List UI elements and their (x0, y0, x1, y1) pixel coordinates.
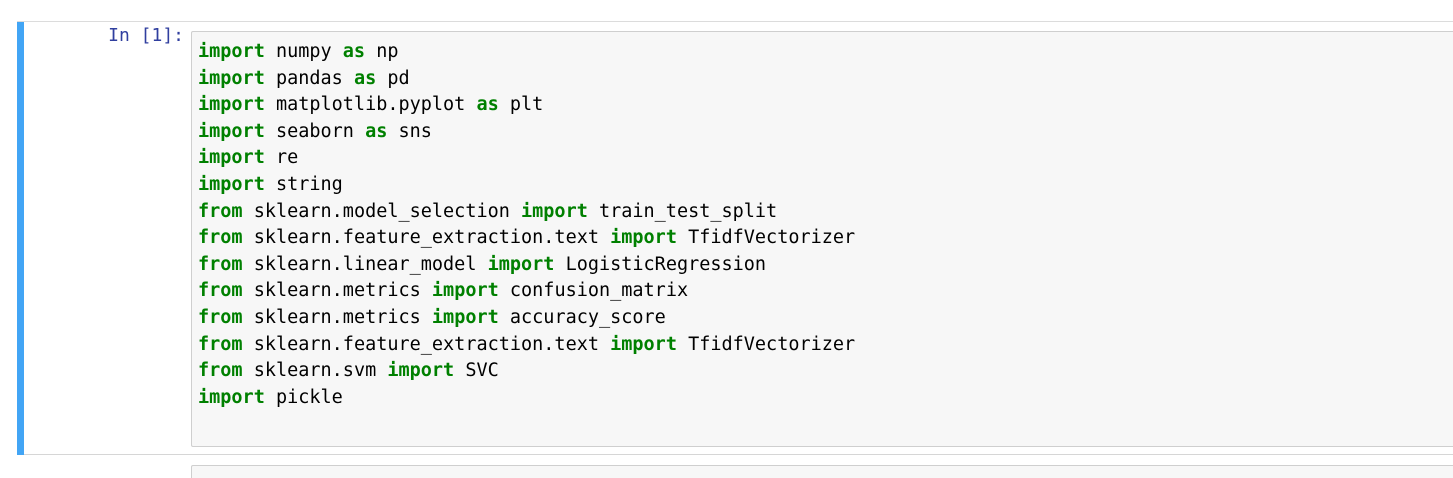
code-line: from sklearn.metrics import confusion_ma… (198, 278, 855, 305)
code-token: sklearn.feature_extraction.text (242, 227, 611, 249)
code-line: import pickle (198, 385, 855, 412)
code-keyword: import (610, 333, 677, 355)
code-line: from sklearn.linear_model import Logisti… (198, 252, 855, 279)
code-line: from sklearn.feature_extraction.text imp… (198, 225, 855, 252)
code-text[interactable]: import numpy as np import pandas as pd imp… (198, 39, 855, 411)
code-line: import pandas as pd (198, 66, 855, 93)
code-keyword: import (198, 173, 265, 195)
code-token: pandas (264, 67, 354, 89)
code-keyword: from (198, 200, 243, 222)
code-token: sklearn.feature_extraction.text (242, 333, 611, 355)
code-line: import string (198, 172, 855, 199)
code-token: LogisticRegression (554, 253, 767, 275)
code-line: from sklearn.feature_extraction.text imp… (198, 332, 855, 359)
code-line: from sklearn.metrics import accuracy_sco… (198, 305, 855, 332)
code-token: string (264, 173, 343, 195)
code-keyword: as (342, 41, 366, 62)
code-keyword: from (198, 333, 243, 355)
code-line: import matplotlib.pyplot as plt (198, 92, 855, 119)
cell-selection-bar (17, 22, 24, 455)
code-token: sklearn.model_selection (242, 200, 522, 222)
code-keyword: import (198, 386, 265, 408)
code-token: TfidfVectorizer (676, 333, 856, 355)
code-keyword: import (431, 280, 499, 302)
next-code-editor[interactable] (191, 465, 1453, 478)
code-keyword: as (365, 120, 388, 142)
code-token: numpy (264, 41, 343, 62)
code-token: pd (376, 67, 410, 89)
code-keyword: import (198, 41, 265, 62)
code-token: SVC (454, 360, 499, 382)
code-keyword: import (487, 253, 555, 275)
code-keyword: import (610, 227, 677, 249)
code-token: sklearn.linear_model (242, 253, 488, 275)
code-token: sklearn.svm (242, 360, 388, 382)
code-token: sklearn.metrics (242, 280, 432, 302)
code-keyword: from (198, 306, 243, 328)
code-token: confusion_matrix (498, 280, 689, 302)
code-line: import re (198, 145, 855, 172)
code-keyword: import (431, 306, 499, 328)
code-keyword: import (198, 120, 265, 142)
code-token: np (365, 41, 399, 62)
code-keyword: from (198, 360, 243, 382)
code-keyword: import (198, 147, 265, 169)
code-token: sklearn.metrics (242, 306, 432, 328)
code-line: from sklearn.model_selection import trai… (198, 199, 855, 226)
code-token: matplotlib.pyplot (264, 94, 477, 116)
code-keyword: from (198, 227, 243, 249)
code-token: accuracy_score (498, 306, 666, 328)
code-keyword: import (521, 200, 588, 222)
code-keyword: from (198, 253, 243, 275)
code-token: train_test_split (587, 200, 778, 222)
code-keyword: as (476, 94, 499, 116)
code-keyword: import (198, 94, 265, 116)
code-keyword: from (198, 280, 243, 302)
code-token: re (264, 147, 299, 169)
code-keyword: as (353, 67, 377, 89)
code-token: seaborn (264, 120, 366, 142)
notebook-page: In [1]: import numpy as np import pandas … (0, 0, 1453, 478)
code-line: import numpy as np (198, 39, 855, 66)
code-token: TfidfVectorizer (676, 227, 856, 249)
code-line: from sklearn.svm import SVC (198, 358, 855, 385)
code-token: pickle (264, 386, 343, 408)
code-token: sns (387, 120, 432, 142)
input-prompt: In [1]: (108, 25, 184, 46)
code-keyword: import (198, 67, 265, 89)
code-keyword: import (387, 360, 455, 382)
code-line: import seaborn as sns (198, 119, 855, 146)
code-token: plt (498, 94, 544, 116)
